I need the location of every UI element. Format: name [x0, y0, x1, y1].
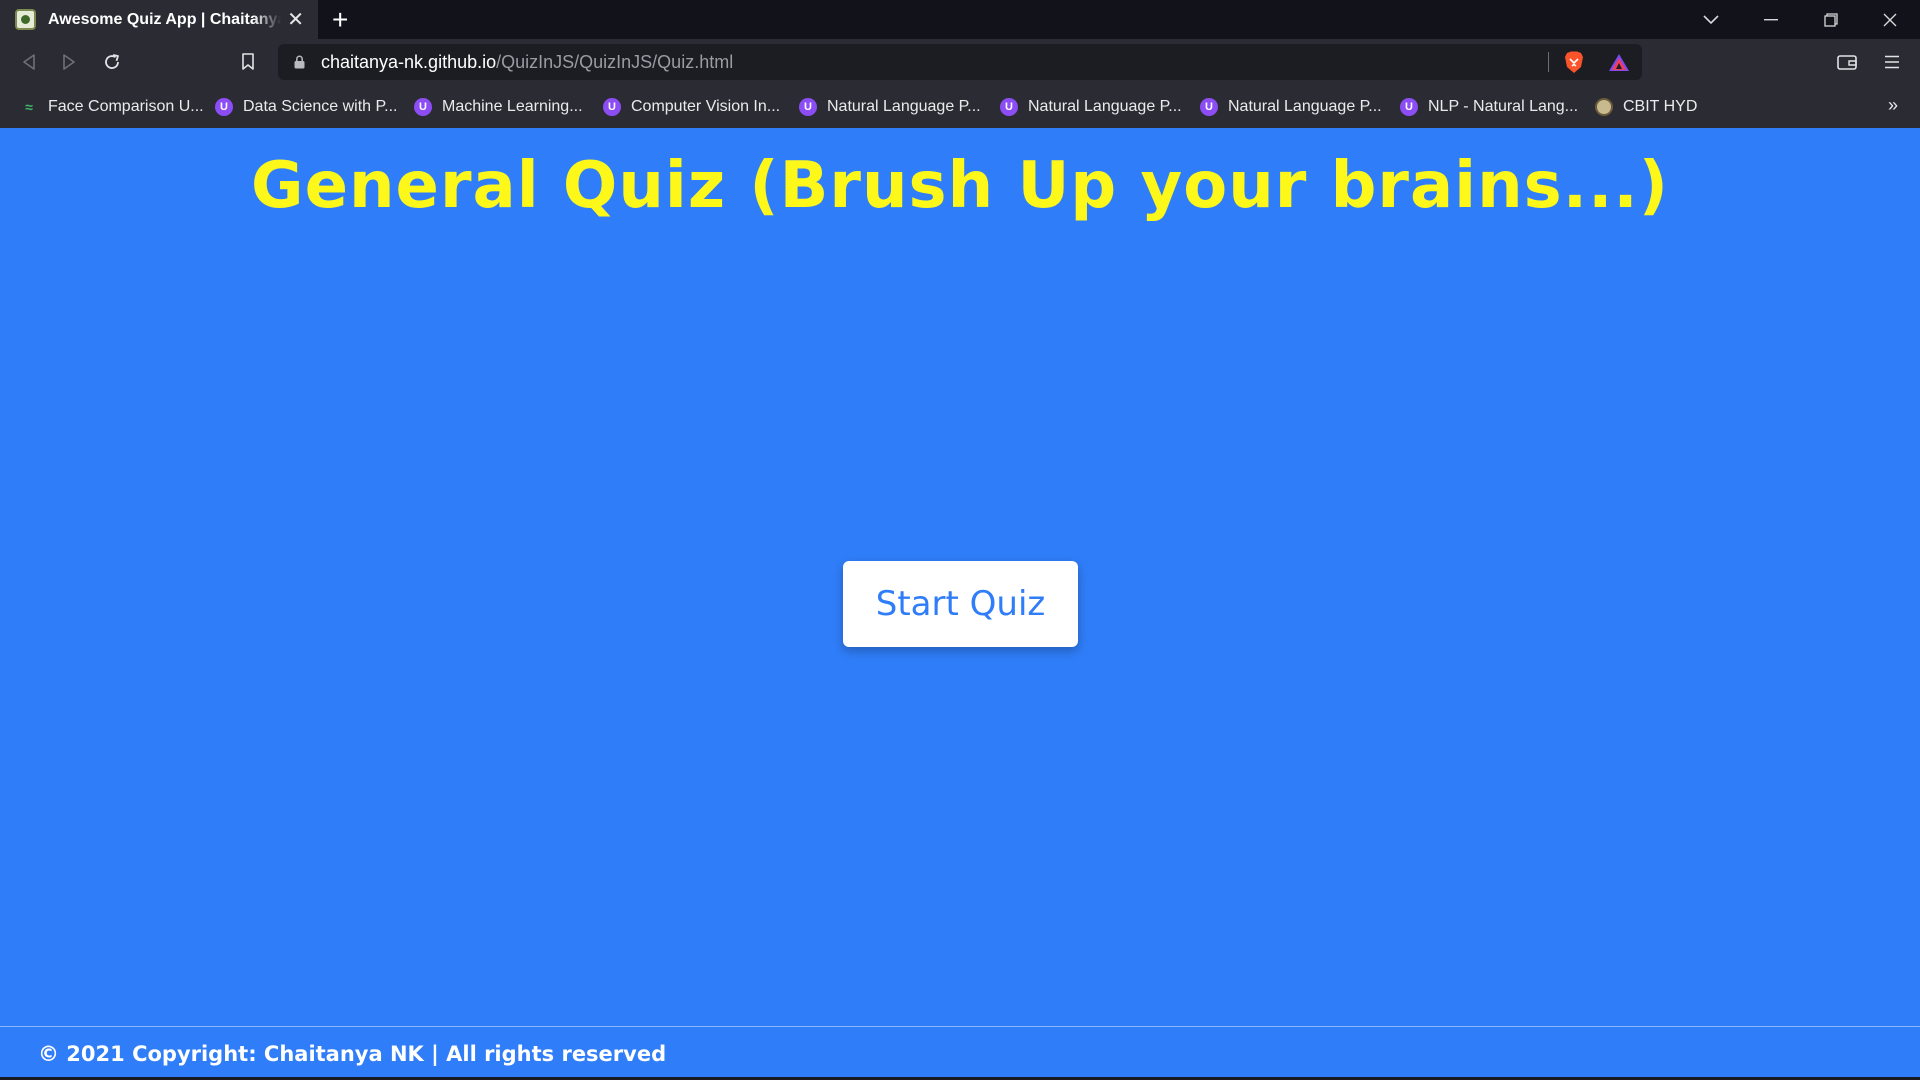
bookmark-item[interactable]: U Data Science with P... — [215, 95, 397, 119]
bookmarks-bar: ≈ Face Comparison U... U Data Science wi… — [0, 86, 1920, 128]
window-close-icon[interactable] — [1860, 0, 1920, 39]
tab-search-chevron-down-icon[interactable] — [1681, 0, 1741, 39]
udemy-icon: U — [1000, 98, 1018, 116]
address-bar[interactable]: chaitanya-nk.github.io/QuizInJS/QuizInJS… — [278, 44, 1642, 80]
new-tab-plus-icon[interactable]: + — [332, 6, 348, 34]
bookmark-item[interactable]: U Natural Language P... — [799, 95, 981, 119]
start-quiz-button[interactable]: Start Quiz — [843, 561, 1078, 647]
bookmark-label: Natural Language P... — [1228, 98, 1382, 115]
footer-divider — [0, 1026, 1920, 1027]
forward-arrow-icon[interactable] — [56, 49, 82, 75]
bookmark-label: Natural Language P... — [1028, 98, 1182, 115]
bookmark-item[interactable]: U Natural Language P... — [1200, 95, 1382, 119]
bookmark-label: Machine Learning... — [442, 98, 583, 115]
url-text[interactable]: chaitanya-nk.github.io/QuizInJS/QuizInJS… — [321, 52, 733, 73]
bookmark-item[interactable]: U Machine Learning... — [414, 95, 583, 119]
bookmark-label: NLP - Natural Lang... — [1428, 98, 1579, 115]
reload-icon[interactable] — [99, 49, 125, 75]
tab-close-icon[interactable]: ✕ — [287, 10, 304, 30]
udemy-icon: U — [215, 98, 233, 116]
cbit-crest-icon — [1595, 98, 1613, 116]
bookmark-label: Face Comparison U... — [48, 98, 204, 115]
bookmark-label: Data Science with P... — [243, 98, 398, 115]
minimize-icon[interactable] — [1741, 0, 1801, 39]
page-title: General Quiz (Brush Up your brains...) — [251, 149, 1669, 223]
udemy-icon: U — [1200, 98, 1218, 116]
restore-icon[interactable] — [1801, 0, 1861, 39]
bookmark-item[interactable]: U NLP - Natural Lang... — [1400, 95, 1578, 119]
lock-icon[interactable] — [294, 55, 305, 74]
udemy-icon: U — [603, 98, 621, 116]
udemy-icon: U — [1400, 98, 1418, 116]
bookmark-icon[interactable] — [235, 49, 261, 75]
bookmark-item[interactable]: CBIT HYD — [1595, 95, 1697, 119]
url-path: /QuizInJS/QuizInJS/Quiz.html — [496, 52, 734, 72]
tab-title: Awesome Quiz App | ChaitanyaNK — [48, 10, 281, 28]
wallet-icon[interactable] — [1834, 49, 1860, 75]
url-host: chaitanya-nk.github.io — [321, 52, 497, 72]
back-arrow-icon[interactable] — [16, 49, 42, 75]
bookmark-label: Natural Language P... — [827, 98, 981, 115]
footer-copyright: © 2021 Copyright: Chaitanya NK | All rig… — [38, 1042, 667, 1066]
address-bar-divider — [1548, 52, 1549, 72]
bookmark-item[interactable]: U Natural Language P... — [1000, 95, 1182, 119]
quiz-page: General Quiz (Brush Up your brains...) S… — [0, 128, 1920, 1080]
browser-toolbar: chaitanya-nk.github.io/QuizInJS/QuizInJS… — [0, 39, 1920, 86]
brave-rewards-triangle-icon[interactable] — [1608, 53, 1630, 77]
bookmark-item[interactable]: ≈ Face Comparison U... — [20, 95, 204, 119]
bookmark-label: Computer Vision In... — [631, 98, 781, 115]
tab-bar: Awesome Quiz App | ChaitanyaNK ✕ + — [0, 0, 1920, 39]
brave-shields-lion-icon[interactable] — [1564, 51, 1584, 79]
bookmarks-overflow-chevron-icon[interactable]: » — [1888, 95, 1898, 116]
face-comparison-icon: ≈ — [25, 99, 33, 115]
udemy-icon: U — [414, 98, 432, 116]
bookmark-label: CBIT HYD — [1623, 98, 1698, 115]
bookmark-item[interactable]: U Computer Vision In... — [603, 95, 780, 119]
browser-tab-active[interactable]: Awesome Quiz App | ChaitanyaNK ✕ — [0, 0, 318, 39]
menu-hamburger-icon[interactable] — [1879, 49, 1905, 75]
quiz-app-favicon-icon — [15, 9, 36, 30]
udemy-icon: U — [799, 98, 817, 116]
